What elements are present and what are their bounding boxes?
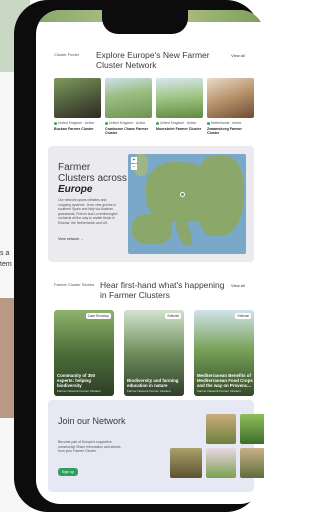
view-all-link[interactable]: View all: [231, 53, 245, 58]
cluster-card-image: [207, 78, 254, 118]
cluster-card-name: Buckan Farmer Cluster: [54, 127, 94, 131]
phone-screen: Cluster Finder Explore Europe's New Farm…: [36, 10, 264, 504]
section-title-line: in Farmer Clusters: [100, 290, 170, 300]
zoom-out-button[interactable]: −: [131, 164, 137, 170]
section-title-line: Hear first-hand what's happening: [100, 280, 225, 290]
phone-frame: Cluster Finder Explore Europe's New Farm…: [14, 0, 264, 512]
story-card[interactable]: Editorial Mediterranean Benefits of Medi…: [194, 310, 254, 396]
map-section: Farmer Clusters across Europe Our networ…: [48, 146, 254, 262]
section-title: Explore Europe's New Farmer Cluster Netw…: [96, 50, 210, 70]
zoom-in-button[interactable]: +: [131, 157, 137, 163]
cluster-card-country: United Kingdom · Active: [156, 121, 196, 125]
cluster-card-image: [54, 78, 101, 118]
story-tag: Case Roundup: [85, 313, 111, 319]
map-section-title: Farmer Clusters across Europe: [58, 162, 127, 195]
story-subtitle: Farmer Network Farmer Clusters: [197, 389, 241, 393]
story-title: Biodiversity and farming education in na…: [127, 378, 179, 388]
map-description: Our network spans climates and cropping …: [58, 198, 118, 225]
view-all-link[interactable]: View all: [231, 283, 245, 288]
story-cards: Case Roundup Community of 350 experts: h…: [54, 310, 254, 396]
cluster-card[interactable]: United Kingdom · Active Cranborne Chase …: [105, 78, 152, 138]
map-land: [198, 156, 244, 236]
cluster-card[interactable]: United Kingdom · Active Buckan Farmer Cl…: [54, 78, 101, 138]
map-title-line: Farmer: [58, 162, 91, 173]
story-tag: Editorial: [235, 313, 251, 319]
story-title: Community of 350 experts: helping biodiv…: [57, 373, 96, 388]
map-land: [132, 214, 172, 244]
join-photo: [206, 414, 236, 444]
cluster-card-country: United Kingdom · Active: [54, 121, 94, 125]
story-card[interactable]: Editorial Biodiversity and farming educa…: [124, 310, 184, 396]
cluster-card-name: Cranborne Chase Farmer Cluster: [105, 127, 149, 136]
map-marker-icon[interactable]: [180, 192, 185, 197]
cluster-card-image: [156, 78, 203, 118]
section-title-line: Explore Europe's New Farmer: [96, 50, 210, 60]
stories-section: Farmer Cluster Stories Hear first-hand w…: [36, 272, 264, 402]
cluster-cards: United Kingdom · Active Buckan Farmer Cl…: [54, 78, 254, 138]
view-network-link[interactable]: View network →: [58, 237, 84, 241]
cluster-card[interactable]: Netherlands · Active Zwaanshoeg Farmer C…: [207, 78, 254, 138]
join-photo: [206, 448, 236, 478]
join-photo: [170, 448, 202, 478]
story-tag: Editorial: [165, 313, 181, 319]
join-section: Join our Network Become part of Europe's…: [48, 400, 264, 492]
cluster-card-country: Netherlands · Active: [207, 121, 241, 125]
join-photo: [240, 414, 264, 444]
cluster-card-name: Zwaanshoeg Farmer Cluster: [207, 127, 242, 136]
map-title-emphasis: Europe: [58, 184, 93, 195]
section-label: Cluster Finder: [54, 52, 80, 57]
cluster-card[interactable]: United Kingdom · Active Moorsbriet Farme…: [156, 78, 203, 138]
section-label: Farmer Cluster Stories: [54, 282, 95, 287]
cluster-card-name: Moorsbriet Farmer Cluster: [156, 127, 202, 131]
status-dot-icon: [54, 121, 57, 125]
story-subtitle: Farmer Network Farmer Clusters: [57, 389, 101, 393]
europe-map[interactable]: + −: [128, 154, 246, 254]
phone-notch: [102, 8, 188, 34]
join-description: Become part of Europe's supportive commu…: [58, 440, 121, 454]
cluster-card-country: United Kingdom · Active: [105, 121, 145, 125]
status-dot-icon: [156, 121, 159, 125]
section-title: Hear first-hand what's happening in Farm…: [100, 280, 224, 300]
join-title: Join our Network: [58, 416, 126, 426]
section-title-line: Cluster Network: [96, 60, 157, 70]
map-title-line: Clusters across: [58, 173, 127, 184]
cluster-card-image: [105, 78, 152, 118]
status-dot-icon: [105, 121, 108, 125]
story-title: Mediterranean Benefits of Mediterranean …: [197, 373, 253, 388]
story-card[interactable]: Case Roundup Community of 350 experts: h…: [54, 310, 114, 396]
status-dot-icon: [207, 121, 210, 125]
story-subtitle: Farmer Network Farmer Clusters: [127, 389, 171, 393]
join-photo: [240, 448, 264, 478]
sign-up-button[interactable]: Sign up: [58, 468, 78, 476]
